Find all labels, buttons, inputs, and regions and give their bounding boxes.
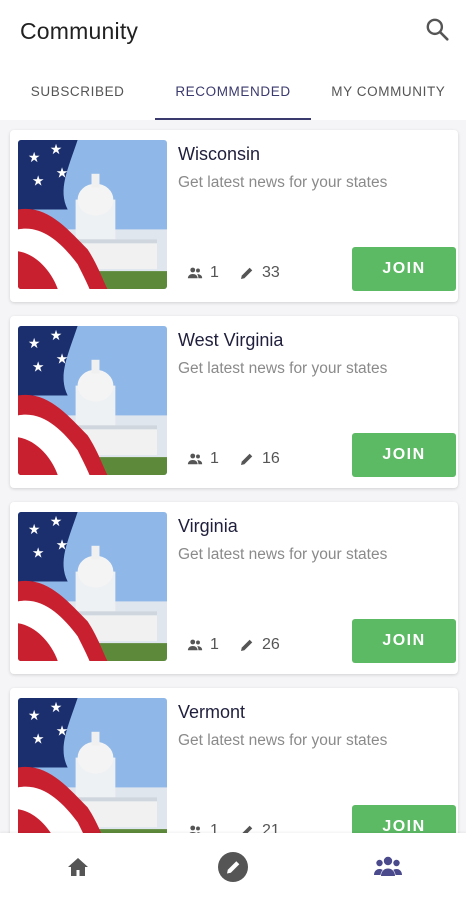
svg-text:★: ★ — [56, 351, 68, 367]
post-count: 26 — [238, 636, 280, 654]
svg-text:★: ★ — [50, 141, 62, 157]
community-card[interactable]: ★ ★ ★ ★ Wisconsin Get latest news for yo… — [10, 130, 458, 302]
svg-text:★: ★ — [50, 699, 62, 715]
pencil-icon — [242, 825, 253, 833]
post-count: 21 — [238, 822, 280, 833]
svg-text:★: ★ — [32, 173, 44, 189]
svg-text:★: ★ — [56, 537, 68, 553]
svg-text:★: ★ — [56, 165, 68, 181]
community-description: Get latest news for your states — [178, 174, 388, 191]
community-name: West Virginia — [178, 330, 284, 350]
post-count-value: 16 — [262, 450, 280, 467]
join-button[interactable]: JOIN — [352, 433, 456, 477]
edit-icon[interactable] — [217, 851, 249, 883]
member-count-value: 1 — [210, 264, 219, 281]
svg-text:★: ★ — [50, 327, 62, 343]
community-description: Get latest news for your states — [178, 732, 388, 749]
svg-text:★: ★ — [50, 513, 62, 529]
community-card[interactable]: ★ ★ ★ ★ West Virginia Get latest news fo… — [10, 316, 458, 488]
member-count: 1 — [186, 450, 219, 468]
pencil-icon — [241, 453, 253, 465]
post-count: 16 — [238, 450, 280, 468]
tab-my-community[interactable]: MY COMMUNITY — [311, 62, 466, 120]
join-button[interactable]: JOIN — [352, 619, 456, 663]
page-title: Community — [20, 18, 139, 44]
home-icon[interactable] — [62, 851, 94, 883]
tab-bar: SUBSCRIBED RECOMMENDED MY COMMUNITY — [0, 62, 466, 120]
group-icon — [189, 825, 201, 833]
community-name: Vermont — [178, 702, 246, 722]
community-thumbnail: ★ ★ ★ ★ — [18, 326, 167, 475]
member-count: 1 — [186, 822, 219, 833]
post-count-value: 21 — [262, 822, 280, 833]
tab-recommended[interactable]: RECOMMENDED — [155, 62, 311, 120]
post-count-value: 33 — [262, 264, 280, 281]
community-list[interactable]: ★ ★ ★ ★ Wisconsin Get latest news for yo… — [0, 120, 466, 833]
group-icon — [187, 639, 203, 651]
svg-text:★: ★ — [32, 359, 44, 375]
svg-text:★: ★ — [32, 731, 44, 747]
community-thumbnail: ★ ★ ★ ★ — [18, 140, 167, 289]
community-description: Get latest news for your states — [178, 360, 388, 377]
bottom-navigation — [0, 833, 466, 900]
group-icon — [187, 453, 203, 465]
community-name: Wisconsin — [178, 144, 261, 164]
community-card[interactable]: ★ ★ ★ ★ Vermont Get latest news for your… — [10, 688, 458, 833]
pencil-icon — [241, 639, 253, 651]
svg-text:★: ★ — [32, 545, 44, 561]
member-count-value: 1 — [210, 450, 219, 467]
group-icon — [187, 267, 203, 279]
join-button[interactable]: JOIN — [352, 247, 456, 291]
community-icon[interactable] — [372, 851, 404, 883]
community-description: Get latest news for your states — [178, 546, 388, 563]
post-count-value: 26 — [262, 636, 280, 653]
community-thumbnail: ★ ★ ★ ★ — [18, 512, 167, 661]
tab-subscribed[interactable]: SUBSCRIBED — [0, 62, 155, 120]
top-app-bar: Community — [0, 0, 466, 62]
member-count-value: 1 — [210, 822, 219, 833]
svg-text:★: ★ — [56, 723, 68, 739]
app-root: Community SUBSCRIBED RECOMMENDED MY COMM… — [0, 0, 466, 900]
join-button[interactable]: JOIN — [352, 805, 456, 833]
member-count: 1 — [186, 636, 219, 654]
svg-text:★: ★ — [28, 149, 40, 165]
community-card[interactable]: ★ ★ ★ ★ Virginia Get latest news for you… — [10, 502, 458, 674]
pencil-icon — [241, 267, 253, 279]
member-count-value: 1 — [210, 636, 219, 653]
svg-text:★: ★ — [28, 707, 40, 723]
community-name: Virginia — [178, 516, 238, 536]
post-count: 33 — [238, 264, 280, 282]
community-thumbnail: ★ ★ ★ ★ — [18, 698, 167, 833]
svg-text:★: ★ — [28, 521, 40, 537]
svg-text:★: ★ — [28, 335, 40, 351]
search-icon[interactable] — [424, 16, 450, 42]
member-count: 1 — [186, 264, 219, 282]
